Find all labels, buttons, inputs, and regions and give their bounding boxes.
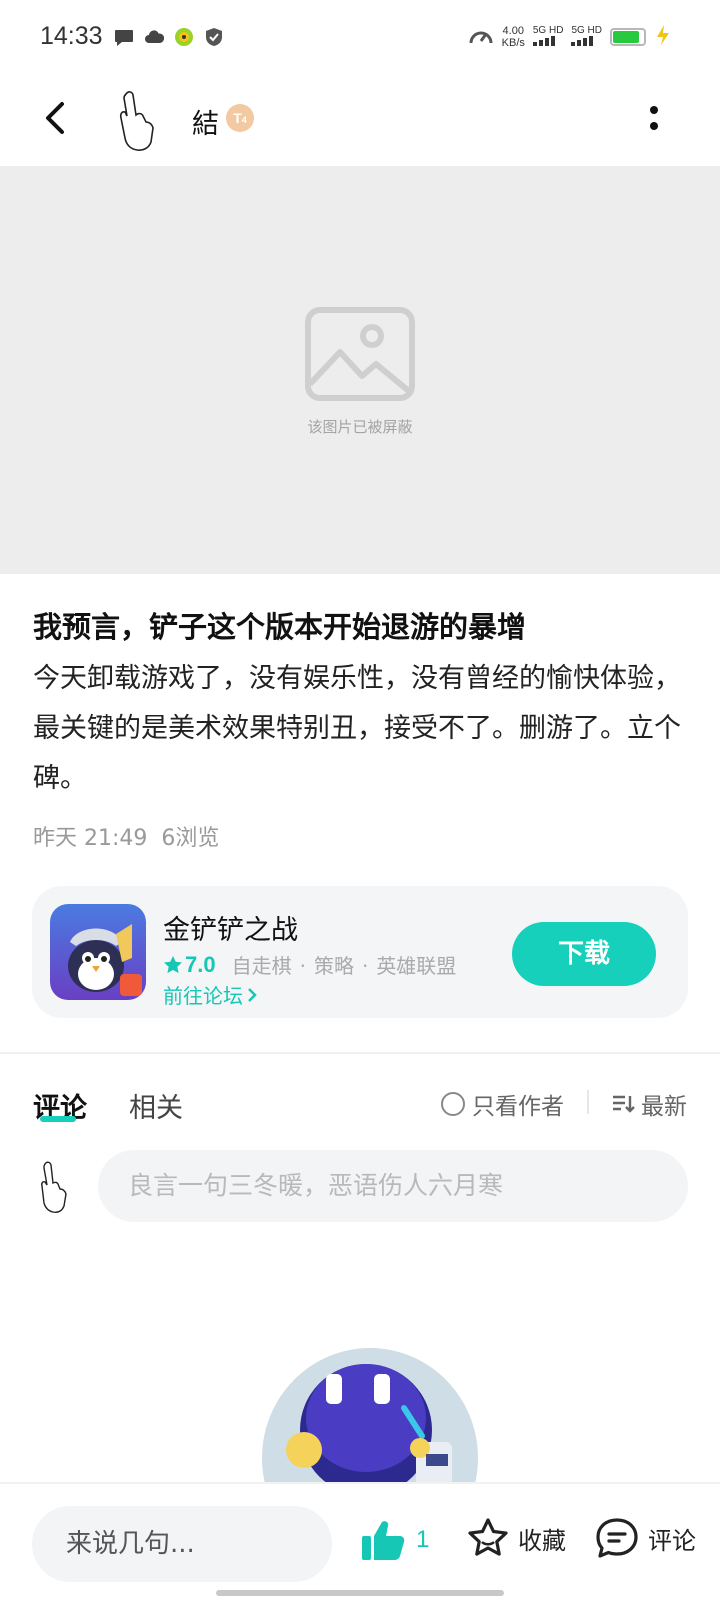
network-speed: 4.00 KB/s [501,25,525,49]
reply-input[interactable]: 来说几句... [32,1506,332,1582]
level-badge: T4 [226,104,254,132]
star-outline-icon [468,1518,508,1556]
more-vertical-icon [650,106,658,130]
post-body: 今天卸载游戏了，没有娱乐性，没有曾经的愉快体验，最关键的是美术效果特别丑，接受不… [33,663,681,794]
message-icon [113,26,135,48]
sort-button[interactable]: 最新 [611,1087,687,1121]
game-card[interactable]: 金铲铲之战 7.0 自走棋 · 策略 · 英雄联盟 前往论坛 下载 [32,886,688,1018]
game-rating: 7.0 [163,952,216,978]
forum-link[interactable]: 前往论坛 [163,980,261,1009]
blocked-image[interactable]: 该图片已被屏蔽 [0,166,720,574]
app-notification-icon [173,26,195,48]
charging-icon [654,24,672,50]
sort-icon [613,1095,635,1113]
vertical-separator [587,1090,589,1114]
download-button[interactable]: 下载 [512,922,656,986]
chevron-right-icon [248,987,257,1002]
thumbs-up-icon [362,1521,405,1560]
comment-button[interactable]: 评论 [594,1516,696,1560]
sim1-signal: 5G HD [532,25,563,49]
only-author-toggle[interactable]: 只看作者 [441,1087,564,1121]
cloud-icon [143,26,165,48]
home-indicator[interactable] [216,1590,504,1596]
empty-mascot [244,1338,496,1486]
game-tags: 自走棋 · 策略 · 英雄联盟 [231,954,457,978]
author-avatar[interactable] [112,88,160,152]
radio-icon [441,1092,465,1116]
more-button[interactable] [632,96,676,140]
star-icon [164,955,182,973]
game-name: 金铲铲之战 [163,915,298,946]
post-meta: 昨天 21:49 6浏览 [33,820,219,852]
battery-icon [610,28,646,46]
back-button[interactable] [36,96,80,140]
bottom-action-bar: 来说几句... 1 收藏 评论 [0,1482,720,1600]
status-right: 4.00 KB/s 5G HD 5G HD [468,24,672,50]
blocked-caption: 该图片已被屏蔽 [307,418,413,436]
post-time: 昨天 21:49 [33,826,148,851]
status-bar: 14:33 4.00 KB/s 5G HD 5G HD [0,0,720,76]
tab-related[interactable]: 相关 [129,1086,183,1125]
comment-icon [596,1518,638,1558]
section-divider [0,1052,720,1054]
my-avatar [37,1160,73,1216]
shield-icon [203,26,225,48]
speedometer-icon [468,24,494,50]
chevron-left-icon [46,102,64,134]
image-placeholder-icon [304,306,416,402]
favorite-button[interactable]: 收藏 [466,1516,566,1560]
post-title: 我预言，铲子这个版本开始退游的暴增 [33,610,527,644]
sim2-signal: 5G HD [571,25,602,49]
game-info-row: 7.0 自走棋 · 策略 · 英雄联盟 [163,950,456,979]
battery-level [613,31,639,43]
post-header: 結 T4 [0,76,720,164]
author-name[interactable]: 結 [192,102,219,141]
tab-active-indicator [40,1116,76,1122]
comment-input[interactable]: 良言一句三冬暖，恶语伤人六月寒 [98,1150,688,1222]
game-icon [50,904,146,1000]
post-views: 6浏览 [161,826,220,851]
like-button[interactable]: 1 [360,1518,429,1562]
notification-icons [113,26,225,48]
status-time: 14:33 [40,22,103,50]
